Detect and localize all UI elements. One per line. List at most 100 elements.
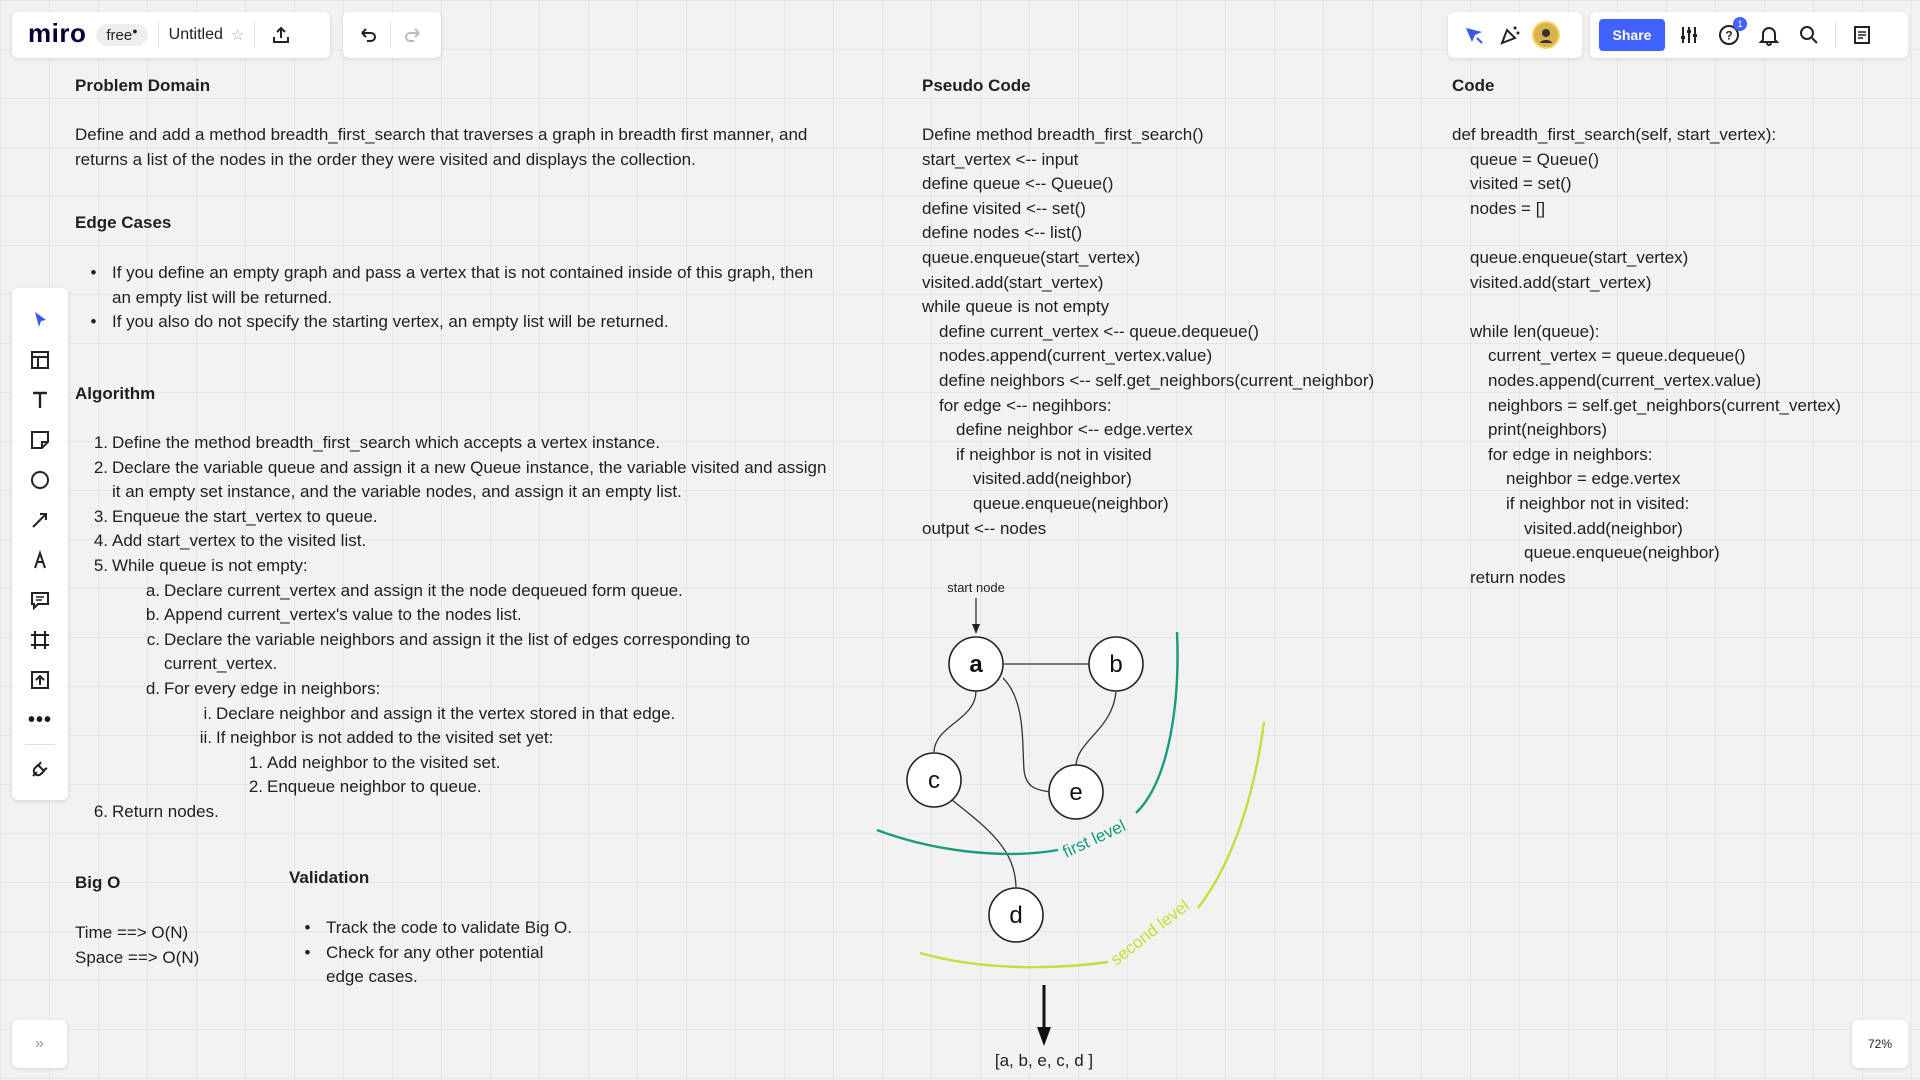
list-item: • Track the code to validate Big O. [289, 916, 572, 941]
step-text: Declare neighbor and assign it the verte… [216, 703, 676, 723]
shape-circle-icon[interactable] [20, 460, 60, 500]
step-text: If neighbor is not added to the visited … [216, 728, 554, 748]
code-line: nodes.append(current_vertex.value) [1488, 370, 1762, 390]
search-icon[interactable] [1793, 19, 1825, 51]
code-line: if neighbor is not in visited [956, 444, 1152, 464]
algorithm-step: ii. If neighbor is not added to the visit… [75, 726, 826, 751]
text-tool-icon[interactable] [20, 380, 60, 420]
start-arrow-head [972, 624, 980, 634]
redo-icon[interactable] [397, 19, 429, 51]
code-line: visited.add(neighbor) [1524, 518, 1683, 538]
step-text: Enqueue neighbor to queue. [267, 777, 482, 797]
code-line: for edge <-- negihbors: [939, 395, 1112, 415]
code-line: output <-- nodes [922, 518, 1047, 538]
divider [254, 22, 256, 48]
divider [390, 22, 391, 48]
step-marker: c. [146, 629, 160, 649]
help-icon[interactable]: ? 1 [1713, 17, 1747, 51]
code-line: define queue <-- Queue() [922, 174, 1114, 194]
algorithm-step: 3. Enqueue the start_vertex to queue. [75, 505, 826, 530]
step-marker: ii. [199, 728, 212, 748]
node-e-label: e [1069, 779, 1082, 806]
code-line: while queue is not empty [922, 297, 1110, 317]
code-line: for edge in neighbors: [1488, 444, 1653, 464]
algorithm-list: 1. Define the method breadth_first_search… [75, 431, 827, 825]
step-marker: 2. [93, 457, 108, 477]
step-marker: 3. [93, 506, 108, 526]
node-c [906, 752, 962, 808]
big-o-space: Space ==> O(N) [75, 947, 200, 967]
connection-line-icon[interactable] [20, 500, 60, 540]
share-button[interactable]: Share [1599, 19, 1665, 51]
node-a-label: a [969, 651, 983, 678]
algorithm-step: a. Declare current_vertex and assign it t… [75, 579, 826, 604]
code-line: queue.enqueue(neighbor) [1524, 543, 1720, 563]
step-marker: d. [145, 678, 160, 698]
undo-icon[interactable] [352, 19, 384, 51]
validation-line: Check for any other potential [326, 942, 544, 962]
sticky-note-icon[interactable] [20, 420, 60, 460]
node-d [988, 887, 1044, 943]
algorithm-step: 6. Return nodes. [75, 800, 826, 825]
select-cursor-icon[interactable] [20, 300, 60, 340]
export-icon[interactable] [265, 19, 297, 51]
miro-logo[interactable]: miro [20, 18, 94, 53]
step-text: Add neighbor to the visited set. [267, 752, 501, 772]
step-marker: 5. [93, 555, 108, 575]
upload-icon[interactable] [20, 660, 60, 700]
problem-domain-line: returns a list of the nodes in the order… [75, 149, 696, 169]
pseudo-code-block: Define method breadth_first_search() star… [922, 123, 1374, 541]
result-arrow-head [1037, 1027, 1051, 1046]
problem-domain-line: Define and add a method breadth_first_se… [75, 125, 808, 144]
edge-cases-heading: Edge Cases [75, 213, 172, 232]
board-tools: Share ? 1 [1590, 12, 1908, 58]
star-icon[interactable]: ☆ [231, 26, 244, 44]
code-line: queue.enqueue(neighbor) [973, 493, 1169, 513]
code-line: define visited <-- set() [922, 198, 1086, 218]
code-heading: Code [1452, 76, 1495, 95]
zoom-level[interactable]: 72% [1852, 1020, 1908, 1068]
bfs-result: [a, b, e, c, d ] [995, 1051, 1093, 1070]
algorithm-step: 1. Add neighbor to the visited set. [75, 751, 826, 776]
algorithm-step: 4. Add start_vertex to the visited list. [75, 529, 826, 554]
code-line: return nodes [1470, 567, 1566, 587]
algorithm-step: b. Append current_vertex's value to the n… [75, 603, 826, 628]
step-text: Declare the variable queue and assign it… [112, 457, 827, 477]
code-line: queue.enqueue(start_vertex) [922, 247, 1141, 267]
more-tools-icon[interactable]: ••• [20, 700, 60, 740]
algorithm-step: i. Declare neighbor and assign it the ver… [75, 702, 826, 727]
validation-list: • Track the code to validate Big O. • Ch… [289, 916, 572, 990]
user-avatar[interactable] [1532, 21, 1560, 49]
code-line: print(neighbors) [1488, 420, 1608, 440]
list-item: • If you define an empty graph and pass … [75, 261, 814, 310]
templates-icon[interactable] [20, 340, 60, 380]
algorithm-step: current_vertex. [75, 652, 826, 677]
follow-cursor-icon[interactable] [1458, 19, 1490, 51]
step-text: Append current_vertex's value to the nod… [164, 605, 522, 625]
code-line: define neighbor <-- edge.vertex [956, 420, 1193, 440]
code-line: visited = set() [1470, 174, 1572, 194]
validation-line: Track the code to validate Big O. [326, 918, 572, 937]
code-line: def breadth_first_search(self, start_ver… [1452, 125, 1777, 144]
divider [157, 22, 159, 48]
code-line: queue = Queue() [1470, 149, 1600, 169]
reactions-icon[interactable] [1494, 19, 1526, 51]
plan-badge[interactable]: free● [96, 24, 148, 46]
start-node-label: start node [947, 580, 1005, 595]
apps-plug-icon[interactable] [20, 749, 60, 789]
expand-panel-button[interactable]: » [12, 1020, 67, 1068]
board-title[interactable]: Untitled [169, 26, 223, 44]
comment-icon[interactable] [20, 580, 60, 620]
settings-sliders-icon[interactable] [1673, 19, 1705, 51]
board-menu-icon[interactable] [1846, 19, 1878, 51]
frame-icon[interactable] [20, 620, 60, 660]
step-marker: 1. [93, 433, 108, 452]
algorithm-heading: Algorithm [75, 384, 156, 403]
bell-icon[interactable] [1753, 19, 1785, 51]
algorithm-step: 2. Enqueue neighbor to queue. [75, 775, 826, 800]
pen-icon[interactable] [20, 540, 60, 580]
step-marker: b. [145, 605, 160, 625]
notification-badge: 1 [1733, 17, 1747, 31]
step-marker: 1. [248, 752, 263, 772]
